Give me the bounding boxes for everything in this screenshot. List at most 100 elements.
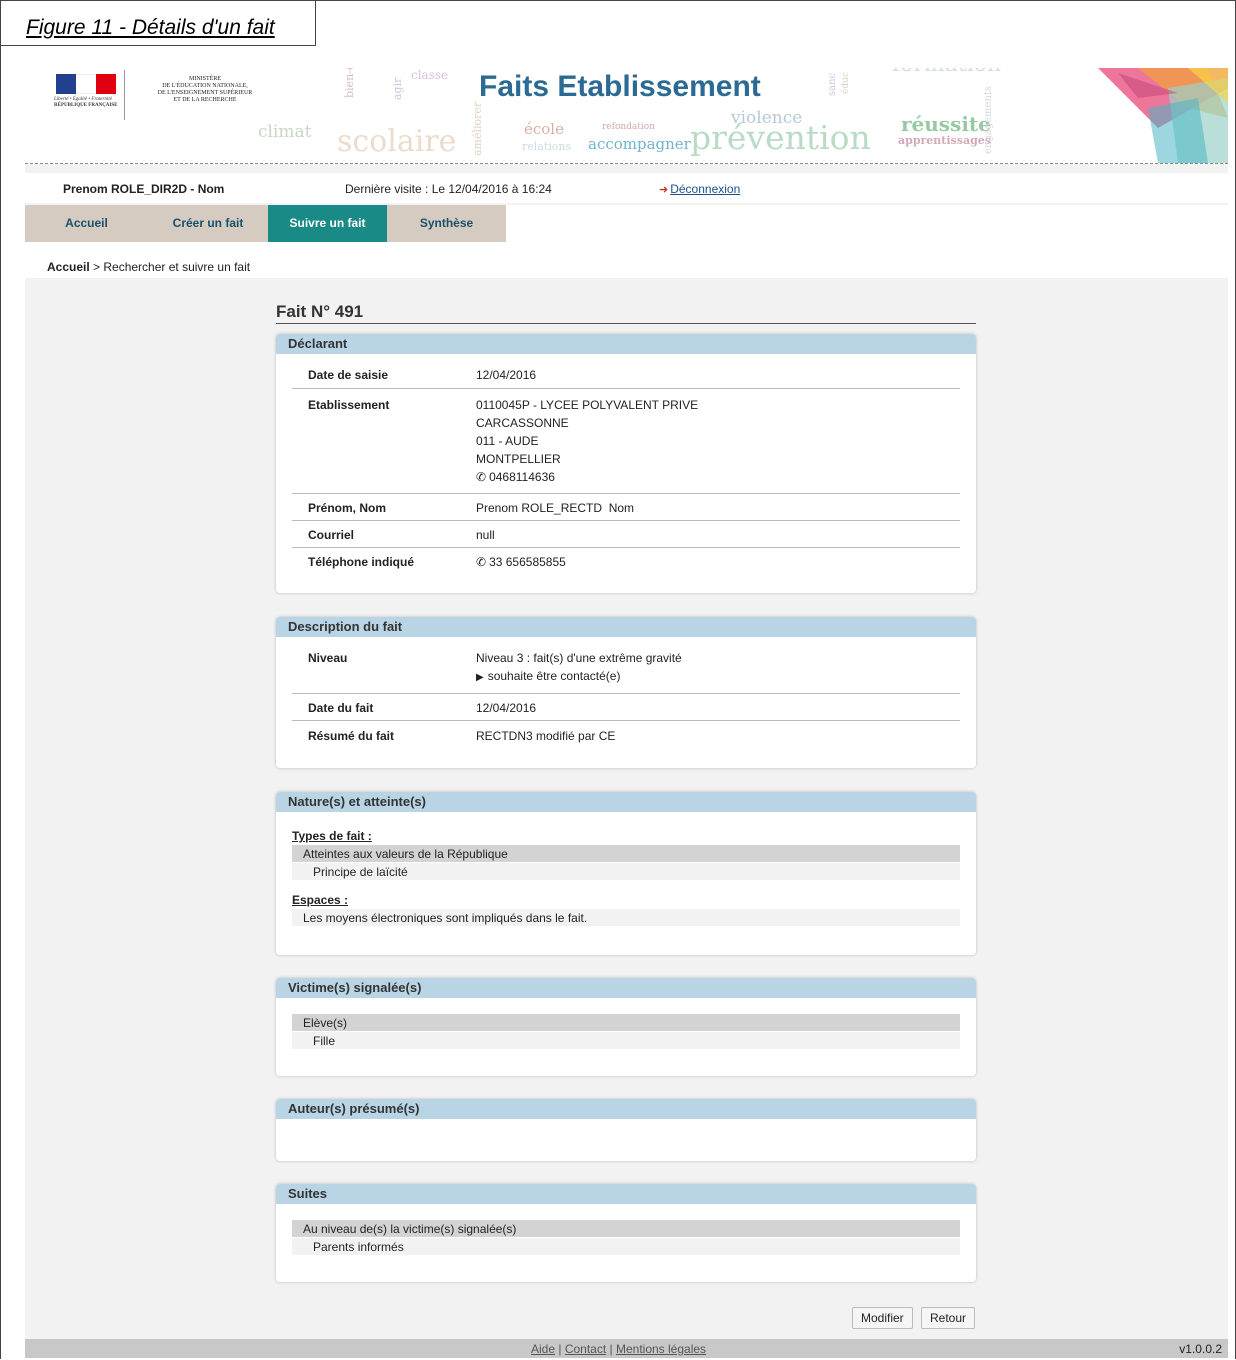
retour-button[interactable]: Retour: [921, 1307, 976, 1329]
banner-word: réussite: [901, 112, 991, 136]
breadcrumb: Accueil > Rechercher et suivre un fait: [47, 260, 250, 274]
field-label: Niveau: [308, 651, 348, 665]
caret-right-icon: ▶: [476, 672, 484, 683]
caption-underline-border: [0, 45, 316, 46]
row-date-fait: Date du fait 12/04/2016: [292, 693, 960, 721]
tab-synthese[interactable]: Synthèse: [387, 205, 506, 242]
field-value: 12/04/2016: [476, 701, 537, 715]
phone-number: 33 656585855: [489, 555, 566, 569]
phone-number: 0468114636: [489, 470, 555, 484]
field-value: Prenom ROLE_RECTD Nom: [476, 501, 635, 515]
footer-sep: |: [606, 1342, 616, 1356]
field-label: Date du fait: [308, 701, 374, 715]
type-group: Atteintes aux valeurs de la République: [303, 847, 508, 861]
panel-header: Auteur(s) présumé(s): [276, 1099, 976, 1119]
panel-auteurs: Auteur(s) présumé(s): [276, 1099, 976, 1161]
suite-group: Au niveau de(s) la victime(s) signalée(s…: [303, 1222, 517, 1236]
header-banner: Liberté • Égalité • Fraternité RÉPUBLIQU…: [25, 68, 1228, 164]
field-label: Téléphone indiqué: [308, 555, 415, 569]
type-group-row: Atteintes aux valeurs de la République: [292, 845, 960, 862]
contact-link[interactable]: Contact: [565, 1342, 606, 1356]
espace-item-row: Les moyens électroniques sont impliqués …: [292, 909, 960, 926]
tab-creer-fait[interactable]: Créer un fait: [148, 205, 268, 242]
espaces-label: Espaces :: [292, 893, 349, 907]
banner-word: scolaire: [337, 124, 457, 159]
banner-word: éduc: [841, 72, 851, 94]
banner-word: bien-être: [343, 68, 356, 98]
field-value: RECTDN3 modifié par CE: [476, 729, 616, 743]
panel-victimes: Victime(s) signalée(s) Elève(s) Fille: [276, 978, 976, 1076]
field-label: Date de saisie: [308, 368, 389, 382]
contact-text: souhaite être contacté(e): [487, 669, 621, 683]
etab-phone: ✆ 0468114636: [476, 468, 698, 486]
panel-header: Description du fait: [276, 617, 976, 637]
mentions-legales-link[interactable]: Mentions légales: [616, 1342, 706, 1356]
phone-icon: ✆: [476, 555, 487, 569]
panel-nature: Nature(s) et atteinte(s) Types de fait :…: [276, 792, 976, 955]
type-item: Principe de laïcité: [313, 865, 408, 879]
tab-suivre-fait[interactable]: Suivre un fait: [268, 205, 387, 242]
victime-group-row: Elève(s): [292, 1014, 960, 1031]
banner-word: apprentissages: [898, 134, 991, 147]
footer-sep: |: [555, 1342, 565, 1356]
niveau-text: Niveau 3 : fait(s) d'une extrême gravité: [476, 651, 682, 665]
app-page: Liberté • Égalité • Fraternité RÉPUBLIQU…: [25, 68, 1228, 1358]
logout-icon: ➜: [659, 184, 669, 196]
field-value: Niveau 3 : fait(s) d'une extrême gravité…: [476, 649, 682, 687]
suite-item-row: Parents informés: [292, 1238, 960, 1255]
row-niveau: Niveau Niveau 3 : fait(s) d'une extrême …: [292, 641, 960, 694]
caption-border: [315, 0, 316, 46]
breadcrumb-bar: Accueil > Rechercher et suivre un fait: [25, 242, 1228, 278]
field-value: null: [476, 528, 495, 542]
banner-decoration: [1098, 68, 1228, 163]
logout-link[interactable]: ➜ Déconnexion: [659, 182, 740, 196]
field-label: Etablissement: [308, 398, 390, 412]
footer: Aide | Contact | Mentions légales v1.0.0…: [25, 1339, 1228, 1358]
types-label: Types de fait :: [292, 829, 372, 843]
panel-header: Suites: [276, 1184, 976, 1204]
victime-item-row: Fille: [292, 1032, 960, 1049]
type-item-row: Principe de laïcité: [292, 863, 960, 880]
user-bar: Prenom ROLE_DIR2D - Nom Dernière visite …: [25, 173, 1228, 203]
footer-links: Aide | Contact | Mentions légales: [531, 1342, 706, 1356]
row-date-saisie: Date de saisie 12/04/2016: [292, 358, 960, 389]
espace-item: Les moyens électroniques sont impliqués …: [303, 911, 588, 925]
suite-group-row: Au niveau de(s) la victime(s) signalée(s…: [292, 1220, 960, 1237]
banner-word: engagements: [983, 85, 994, 154]
app-title: Faits Etablissement: [479, 70, 761, 103]
panel-header: Victime(s) signalée(s): [276, 978, 976, 998]
banner-word: prévention: [690, 118, 871, 157]
victime-item: Fille: [313, 1034, 336, 1048]
field-label: Courriel: [308, 528, 355, 542]
contact-flag: ▶ souhaite être contacté(e): [476, 667, 682, 687]
row-nom: Prénom, Nom Prenom ROLE_RECTD Nom: [292, 493, 960, 521]
banner-word: refondation: [602, 122, 656, 132]
panel-description: Description du fait Niveau Niveau 3 : fa…: [276, 617, 976, 768]
main-nav: Accueil Créer un fait Suivre un fait Syn…: [25, 205, 1228, 242]
aide-link[interactable]: Aide: [531, 1342, 555, 1356]
field-label: Résumé du fait: [308, 729, 395, 743]
logo-separator: [124, 70, 125, 120]
panel-declarant: Déclarant Date de saisie 12/04/2016 Etab…: [276, 334, 976, 593]
logout-label: Déconnexion: [670, 182, 741, 196]
etab-line: 011 - AUDE: [476, 434, 539, 448]
row-etablissement: Etablissement 0110045P - LYCEE POLYVALEN…: [292, 388, 960, 494]
last-visit: Dernière visite : Le 12/04/2016 à 16:24: [345, 182, 552, 196]
victime-group: Elève(s): [303, 1016, 348, 1030]
ministere-text: MINISTÈRE DE L'ÉDUCATION NATIONALE, DE L…: [157, 76, 253, 103]
row-resume: Résumé du fait RECTDN3 modifié par CE: [292, 720, 960, 747]
tab-accueil[interactable]: Accueil: [25, 205, 148, 242]
user-name: Prenom ROLE_DIR2D - Nom: [63, 182, 225, 196]
modifier-button[interactable]: Modifier: [852, 1307, 913, 1329]
republique-text: Liberté • Égalité • Fraternité RÉPUBLIQU…: [54, 97, 118, 108]
row-telephone: Téléphone indiqué ✆ 33 656585855: [292, 547, 960, 574]
breadcrumb-home[interactable]: Accueil: [47, 260, 90, 274]
banner-word: améliorer: [471, 101, 484, 156]
breadcrumb-current: > Rechercher et suivre un fait: [89, 260, 251, 274]
title-area: Fait N° 491: [276, 300, 976, 324]
etab-line: 0110045P - LYCEE POLYVALENT PRIVE: [476, 398, 699, 412]
banner-word: accompagner: [588, 135, 691, 153]
suite-item: Parents informés: [313, 1240, 404, 1254]
figure-caption: Figure 11 - Détails d'un fait: [26, 16, 275, 39]
field-value: 0110045P - LYCEE POLYVALENT PRIVE CARCAS…: [476, 396, 698, 486]
